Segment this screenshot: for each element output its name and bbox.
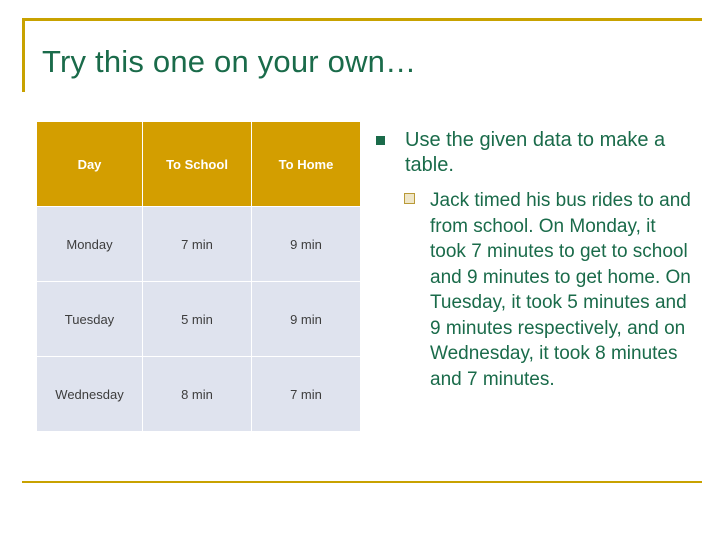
table-row: Tuesday 5 min 9 min — [36, 281, 361, 357]
table-cell-to-home: 7 min — [251, 356, 361, 432]
bullet-level-1: Use the given data to make a table. — [371, 128, 691, 178]
table-header-cell: To Home — [251, 121, 361, 207]
square-bullet-icon — [376, 136, 385, 145]
bullet-level-2: Jack timed his bus rides to and from sch… — [371, 188, 691, 392]
bottom-rule-decoration — [22, 481, 702, 483]
table-header-cell: To School — [142, 121, 252, 207]
table-row: Monday 7 min 9 min — [36, 206, 361, 282]
table-header-row: Day To School To Home — [36, 121, 361, 207]
table-row: Wednesday 8 min 7 min — [36, 356, 361, 432]
slide: Try this one on your own… Day To School … — [0, 0, 720, 540]
table-cell-to-home: 9 min — [251, 206, 361, 282]
table-cell-day: Tuesday — [36, 281, 143, 357]
hollow-square-bullet-icon — [404, 193, 415, 204]
data-table: Day To School To Home Monday 7 min 9 min… — [36, 121, 361, 432]
table-cell-to-school: 8 min — [142, 356, 252, 432]
top-rule-decoration — [22, 18, 702, 21]
bullet-level-1-text: Use the given data to make a table. — [405, 129, 666, 176]
bullet-level-2-text: Jack timed his bus rides to and from sch… — [430, 190, 691, 390]
table-cell-to-home: 9 min — [251, 281, 361, 357]
table-cell-day: Monday — [36, 206, 143, 282]
table-cell-to-school: 5 min — [142, 281, 252, 357]
page-title: Try this one on your own… — [42, 44, 417, 79]
bullet-list: Use the given data to make a table. Jack… — [371, 128, 691, 392]
table-cell-day: Wednesday — [36, 356, 143, 432]
left-rule-decoration — [22, 18, 25, 92]
table-header-cell: Day — [36, 121, 143, 207]
table-cell-to-school: 7 min — [142, 206, 252, 282]
